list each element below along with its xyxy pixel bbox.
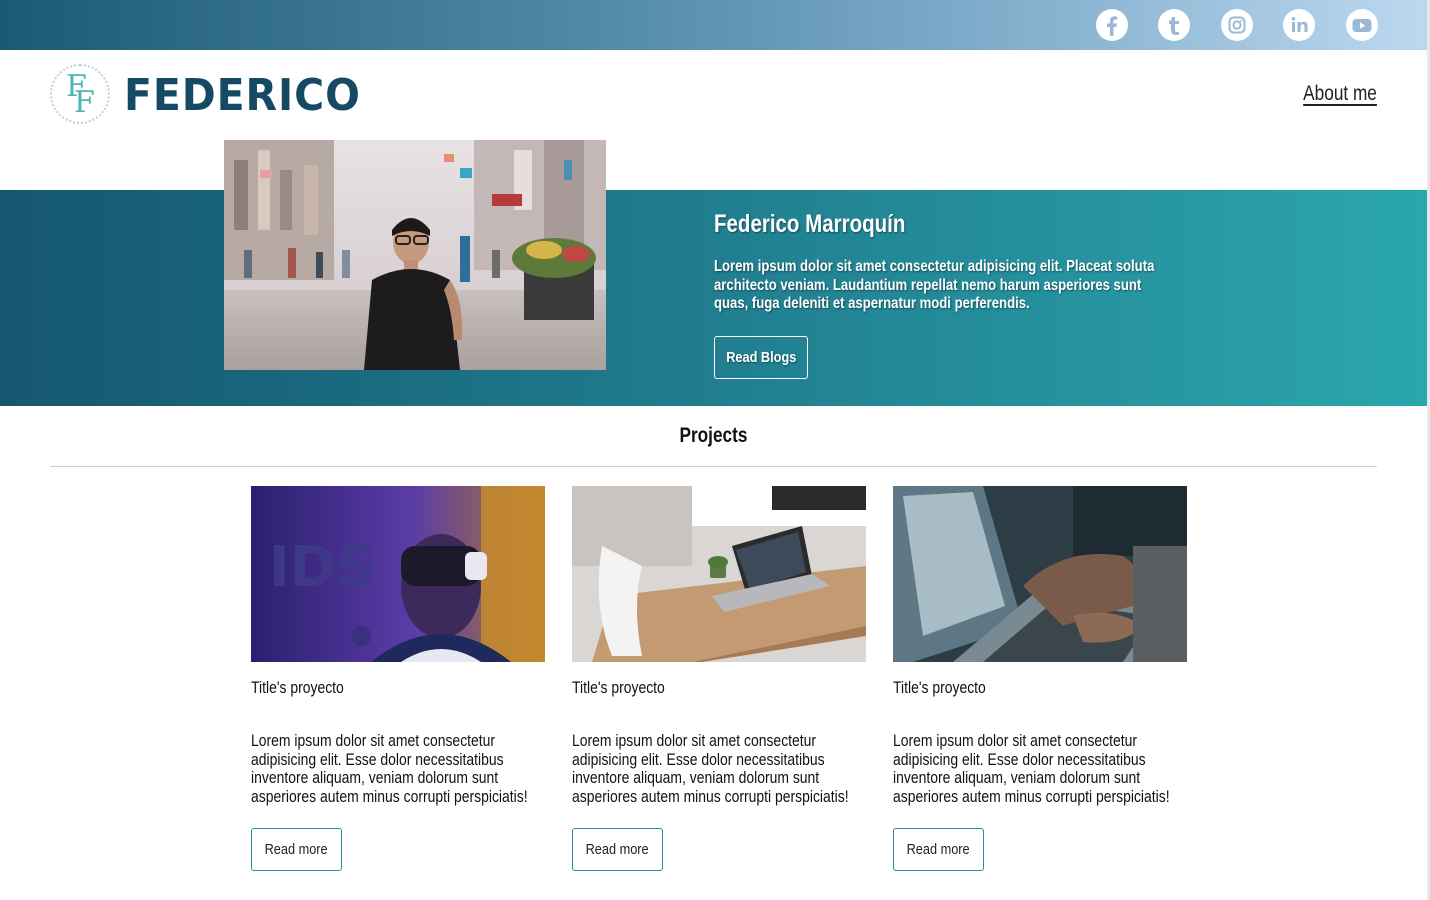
hero-photo (224, 140, 606, 370)
project-card-title: Title's proyecto (893, 678, 986, 697)
project-card: IDS Title's proyecto Lorem ipsum dolor s… (251, 486, 545, 871)
logo[interactable]: F F FEDERICO (50, 64, 360, 126)
project-card: Title's proyecto Lorem ipsum dolor sit a… (572, 486, 866, 871)
read-more-button-label: Read more (264, 841, 329, 858)
instagram-icon[interactable] (1221, 9, 1253, 41)
project-image-laptop (893, 486, 1187, 662)
projects-heading: Projects (0, 424, 1427, 448)
section-divider (50, 466, 1377, 467)
project-image-desk (572, 486, 866, 662)
read-blogs-button-label: Read Blogs (725, 349, 797, 366)
svg-text:IDS: IDS (269, 535, 377, 600)
project-card-text: Lorem ipsum dolor sit amet consectetur a… (251, 731, 528, 806)
logo-monogram-letter: F (74, 85, 95, 120)
project-image-vr: IDS (251, 486, 545, 662)
read-more-button[interactable]: Read more (572, 828, 663, 871)
tumblr-icon[interactable] (1158, 9, 1190, 41)
project-card: Title's proyecto Lorem ipsum dolor sit a… (893, 486, 1187, 871)
read-blogs-button[interactable]: Read Blogs (714, 336, 808, 379)
hero-name: Federico Marroquín (714, 210, 906, 238)
project-card-text: Lorem ipsum dolor sit amet consectetur a… (893, 731, 1170, 806)
social-bar (0, 0, 1427, 50)
projects-heading-text: Projects (679, 424, 748, 447)
read-more-button-label: Read more (585, 841, 650, 858)
read-more-button-label: Read more (906, 841, 971, 858)
project-card-title: Title's proyecto (251, 678, 344, 697)
read-more-button[interactable]: Read more (251, 828, 342, 871)
hero-description: Lorem ipsum dolor sit amet consectetur a… (714, 258, 1155, 312)
youtube-icon[interactable] (1346, 9, 1378, 41)
project-card-title: Title's proyecto (572, 678, 665, 697)
read-more-button[interactable]: Read more (893, 828, 984, 871)
project-card-text: Lorem ipsum dolor sit amet consectetur a… (572, 731, 849, 806)
logo-wordmark: FEDERICO (124, 70, 361, 121)
logo-monogram: F F (50, 64, 110, 124)
linkedin-icon[interactable] (1283, 9, 1315, 41)
nav-about-me-link[interactable]: About me (1303, 82, 1377, 106)
facebook-icon[interactable] (1096, 9, 1128, 41)
